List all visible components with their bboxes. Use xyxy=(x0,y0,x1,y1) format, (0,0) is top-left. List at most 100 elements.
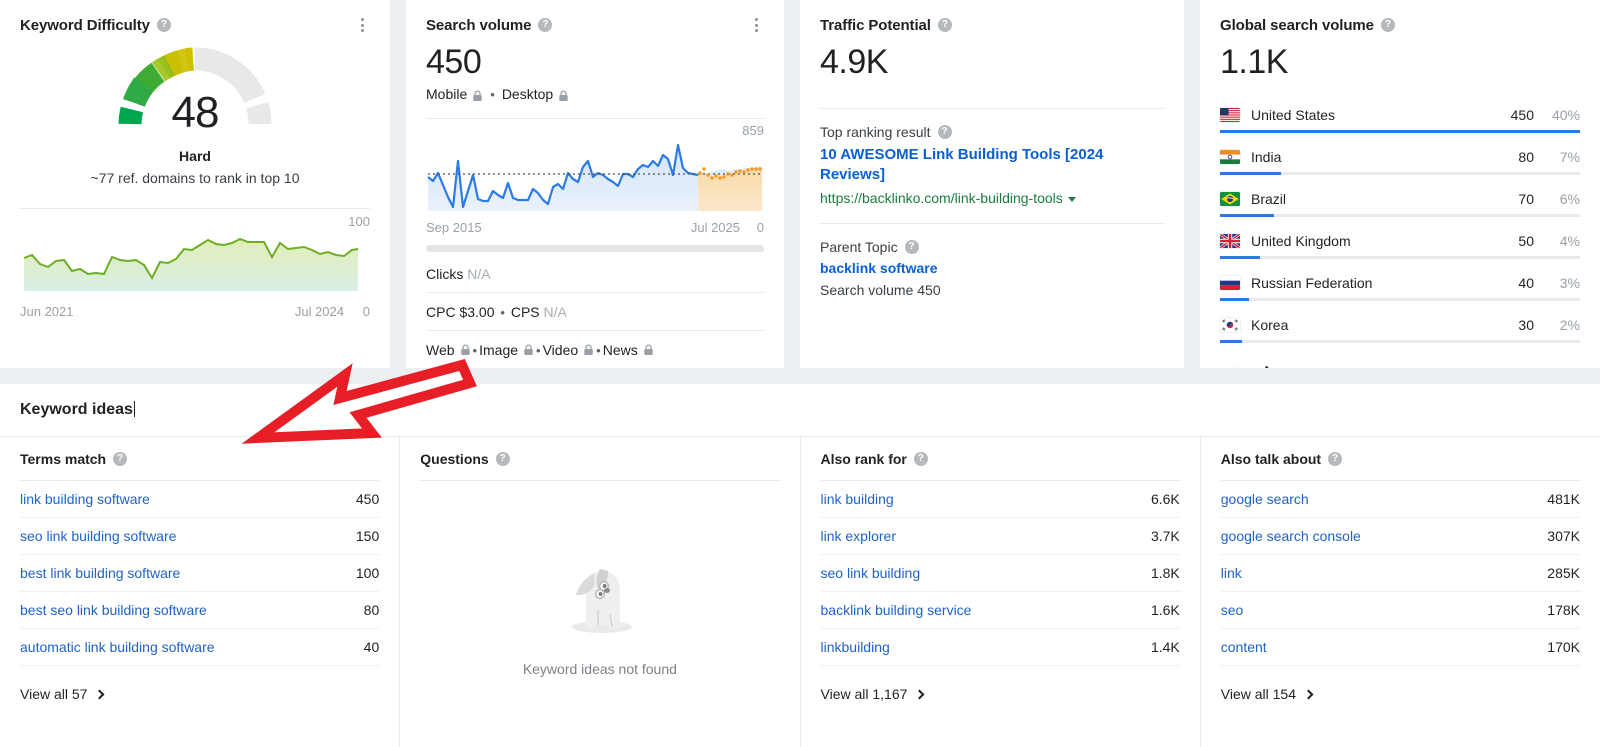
keyword-row[interactable]: automatic link building software 40 xyxy=(20,629,380,666)
global-search-volume-title: Global search volume xyxy=(1220,16,1374,34)
kebab-menu-icon[interactable] xyxy=(354,16,370,34)
difficulty-gauge: 48 Hard ~77 ref. domains to rank in top … xyxy=(20,40,370,198)
keyword-ideas-column: Terms match? link building software 450 seo… xyxy=(0,437,399,747)
keyword-row[interactable]: link building software 450 xyxy=(20,481,380,518)
keyword-link[interactable]: linkbuilding xyxy=(821,639,1151,655)
page-title: Keyword ideas xyxy=(20,401,135,419)
chevron-right-icon[interactable] xyxy=(1258,365,1275,368)
serp-tab-image[interactable]: Image xyxy=(479,342,518,358)
keyword-ideas-column: Questions? Keyword ideas not found xyxy=(399,437,799,747)
view-all-link[interactable]: View all 154 xyxy=(1221,686,1580,702)
country-row[interactable]: India 80 7% xyxy=(1220,140,1580,182)
chevron-right-icon xyxy=(95,689,105,699)
keyword-link[interactable]: seo xyxy=(1221,602,1548,618)
country-row[interactable]: Russian Federation 40 3% xyxy=(1220,266,1580,308)
view-all-link[interactable]: View all 57 xyxy=(20,686,379,702)
keyword-row[interactable]: link building 6.6K xyxy=(820,481,1180,518)
keyword-link[interactable]: automatic link building software xyxy=(20,639,364,655)
serp-tab-news[interactable]: News xyxy=(603,342,638,358)
keyword-link[interactable]: best seo link building software xyxy=(20,602,364,618)
country-row[interactable]: United Kingdom 50 4% xyxy=(1220,224,1580,266)
help-icon[interactable]: ? xyxy=(538,18,553,32)
kebab-menu-icon[interactable] xyxy=(748,16,764,34)
keyword-row[interactable]: content 170K xyxy=(1220,629,1580,666)
keyword-link[interactable]: link building software xyxy=(20,491,356,507)
keyword-link[interactable]: seo link building software xyxy=(20,528,356,544)
column-header-label: Also talk about xyxy=(1220,450,1322,467)
cpc-row: CPC $3.00 • CPS N/A xyxy=(426,292,764,330)
keyword-overview-page: Keyword Difficulty ? 48 Hard ~77 ref. do… xyxy=(0,0,1600,747)
help-icon[interactable]: ? xyxy=(1380,18,1395,32)
keyword-row[interactable]: seo link building 1.8K xyxy=(820,555,1180,592)
keyword-link[interactable]: content xyxy=(1221,639,1548,655)
view-all-label: View all 57 xyxy=(20,686,88,702)
chevron-left-icon[interactable] xyxy=(1228,367,1241,368)
search-volume-card: Search volume ? 450 Mobile • Desktop 859… xyxy=(406,0,784,368)
keyword-link[interactable]: link explorer xyxy=(821,528,1151,544)
separator-dot: • xyxy=(596,343,601,358)
help-icon[interactable]: ? xyxy=(937,18,952,32)
country-row[interactable]: Korea 30 2% xyxy=(1220,308,1580,350)
help-icon[interactable]: ? xyxy=(1328,451,1343,466)
country-percent: 7% xyxy=(1559,149,1580,165)
country-volume: 70 xyxy=(1518,191,1534,207)
keyword-volume: 1.4K xyxy=(1150,639,1180,655)
keyword-ideas-column: Also rank for? link building 6.6K link expl… xyxy=(799,437,1200,747)
country-row[interactable]: United States 450 40% xyxy=(1220,98,1580,140)
kd-axis-min: 0 xyxy=(362,304,370,319)
top-ranking-result-url[interactable]: https://backlinko.com/link-building-tool… xyxy=(820,190,1164,206)
top-ranking-result-link[interactable]: 10 AWESOME Link Building Tools [2024 Rev… xyxy=(820,145,1164,185)
keyword-row[interactable]: seo 178K xyxy=(1220,592,1580,629)
chart-scrollbar[interactable] xyxy=(426,245,764,252)
keyword-row[interactable]: google search console 307K xyxy=(1220,518,1580,555)
keyword-row[interactable]: linkbuilding 1.4K xyxy=(820,629,1180,666)
overview-cards-row: Keyword Difficulty ? 48 Hard ~77 ref. do… xyxy=(0,0,1600,368)
help-icon[interactable]: ? xyxy=(913,451,928,466)
keyword-row[interactable]: seo link building software 150 xyxy=(20,518,380,555)
ghost-illustration xyxy=(571,569,632,633)
keyword-volume: 1.6K xyxy=(1150,602,1180,618)
keyword-volume: 100 xyxy=(355,565,380,581)
serp-tab-video[interactable]: Video xyxy=(543,342,579,358)
keyword-row[interactable]: link 285K xyxy=(1220,555,1580,592)
divider xyxy=(820,108,1164,109)
country-percent: 40% xyxy=(1551,107,1580,123)
keyword-row[interactable]: link explorer 3.7K xyxy=(820,518,1180,555)
keyword-link[interactable]: seo link building xyxy=(821,565,1151,581)
serp-tab-web[interactable]: Web xyxy=(426,342,455,358)
country-line: Russian Federation 40 3% xyxy=(1220,275,1580,291)
parent-topic-volume: Search volume 450 xyxy=(820,282,941,298)
country-bar-track xyxy=(1220,256,1580,259)
keyword-link[interactable]: best link building software xyxy=(20,565,356,581)
country-row[interactable]: Brazil 70 6% xyxy=(1220,182,1580,224)
global-search-volume-value: 1.1K xyxy=(1220,43,1288,81)
keyword-row[interactable]: best link building software 100 xyxy=(20,555,380,592)
parent-topic-link[interactable]: backlink software xyxy=(820,260,1164,276)
kd-sparkline-top: 100 xyxy=(20,209,370,231)
keyword-row[interactable]: backlink building service 1.6K xyxy=(820,592,1180,629)
keyword-link[interactable]: google search xyxy=(1221,491,1548,507)
top-ranking-label-text: Top ranking result xyxy=(820,124,931,140)
column-header: Also rank for? xyxy=(820,437,1180,481)
view-all-link[interactable]: View all 1,167 xyxy=(821,686,1180,702)
url-text: https://backlinko.com/link-building-tool… xyxy=(820,190,1063,206)
chevron-down-icon[interactable] xyxy=(1067,196,1076,202)
keyword-row[interactable]: google search 481K xyxy=(1220,481,1580,518)
help-icon[interactable]: ? xyxy=(904,240,919,254)
search-volume-title: Search volume xyxy=(426,16,532,34)
help-icon[interactable]: ? xyxy=(156,18,171,32)
help-icon[interactable]: ? xyxy=(495,451,510,466)
lock-icon xyxy=(583,343,594,355)
country-volume: 50 xyxy=(1518,233,1534,249)
help-icon[interactable]: ? xyxy=(937,125,952,139)
sv-axis-min: 0 xyxy=(756,220,764,235)
keyword-row[interactable]: best seo link building software 80 xyxy=(20,592,380,629)
help-icon[interactable]: ? xyxy=(113,451,128,466)
platform-row: Mobile • Desktop xyxy=(426,86,764,102)
keyword-link[interactable]: link building xyxy=(821,491,1151,507)
keyword-link[interactable]: backlink building service xyxy=(821,602,1151,618)
keyword-link[interactable]: google search console xyxy=(1221,528,1548,544)
kd-axis-start: Jun 2021 xyxy=(20,304,74,319)
keyword-link[interactable]: link xyxy=(1221,565,1548,581)
keyword-volume: 40 xyxy=(363,639,380,655)
